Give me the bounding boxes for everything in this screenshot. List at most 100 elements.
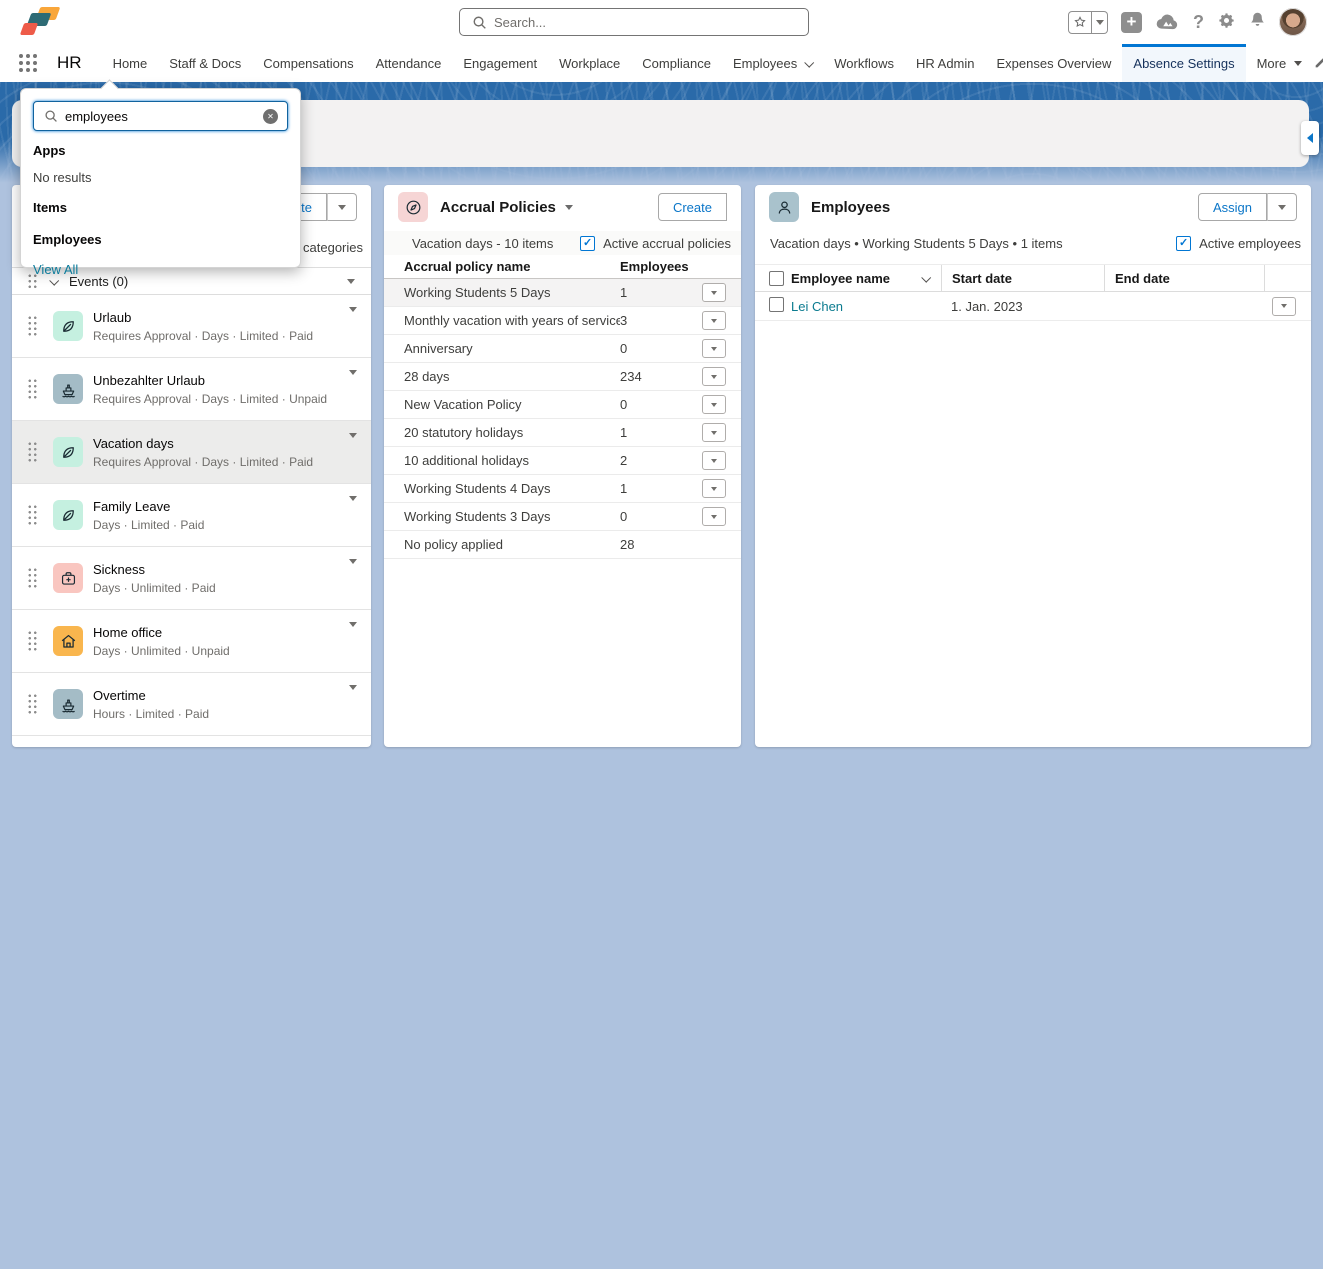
policy-name: 28 days xyxy=(384,369,620,384)
row-menu-caret-icon[interactable] xyxy=(349,559,357,564)
global-search-input[interactable] xyxy=(494,10,794,34)
row-menu-caret-icon[interactable] xyxy=(349,685,357,690)
tab-workflows[interactable]: Workflows xyxy=(823,44,905,82)
app-navigation-bar: HR Home Staff & Docs Compensations Atten… xyxy=(0,44,1323,82)
employees-filter-summary: Vacation days • Working Students 5 Days … xyxy=(770,236,1063,251)
section-menu-caret-icon[interactable] xyxy=(347,279,355,284)
employee-row[interactable]: Lei Chen 1. Jan. 2023 xyxy=(755,292,1311,321)
event-row-family-leave[interactable]: Family Leave Days · Limited · Paid xyxy=(12,484,371,547)
clear-search-icon[interactable] xyxy=(263,109,278,124)
event-row-home-office[interactable]: Home office Days · Unlimited · Unpaid xyxy=(12,610,371,673)
row-actions-button[interactable] xyxy=(702,367,726,386)
tab-expenses-overview[interactable]: Expenses Overview xyxy=(986,44,1123,82)
policy-row[interactable]: Monthly vacation with years of service 3 xyxy=(384,307,741,335)
row-actions-button[interactable] xyxy=(702,283,726,302)
assign-button[interactable]: Assign xyxy=(1198,193,1267,221)
global-actions-plus-icon[interactable]: + xyxy=(1121,12,1142,33)
event-row-overtime[interactable]: Overtime Hours · Limited · Paid xyxy=(12,673,371,736)
row-actions-button[interactable] xyxy=(1272,297,1296,316)
event-title: Family Leave xyxy=(93,499,204,514)
employees-filter-row: Vacation days • Working Students 5 Days … xyxy=(755,231,1311,255)
drag-handle-icon[interactable] xyxy=(27,315,38,337)
policy-employee-count: 0 xyxy=(620,341,680,356)
row-actions-button[interactable] xyxy=(702,339,726,358)
tab-staff-docs[interactable]: Staff & Docs xyxy=(158,44,252,82)
policy-row[interactable]: No policy applied 28 xyxy=(384,531,741,559)
user-avatar[interactable] xyxy=(1279,8,1307,36)
policy-row[interactable]: New Vacation Policy 0 xyxy=(384,391,741,419)
panel-title-caret-icon[interactable] xyxy=(565,205,573,210)
create-policy-button[interactable]: Create xyxy=(658,193,727,221)
chevron-down-icon xyxy=(805,57,815,67)
notifications-bell-icon[interactable] xyxy=(1249,11,1266,33)
employees-table-header: Employee name Start date End date xyxy=(755,264,1311,292)
event-row-sickness[interactable]: Sickness Days · Unlimited · Paid xyxy=(12,547,371,610)
active-employees-checkbox[interactable] xyxy=(1176,236,1191,251)
drag-handle-icon[interactable] xyxy=(27,504,38,526)
policy-name: Working Students 3 Days xyxy=(384,509,620,524)
event-row-urlaub[interactable]: Urlaub Requires Approval · Days · Limite… xyxy=(12,295,371,358)
tab-attendance[interactable]: Attendance xyxy=(365,44,453,82)
favorites-control xyxy=(1068,11,1108,34)
row-menu-caret-icon[interactable] xyxy=(349,307,357,312)
active-accrual-policies-checkbox[interactable] xyxy=(580,236,595,251)
tab-workplace[interactable]: Workplace xyxy=(548,44,631,82)
policy-row[interactable]: 20 statutory holidays 1 xyxy=(384,419,741,447)
employee-name-link[interactable]: Lei Chen xyxy=(791,299,941,314)
help-icon[interactable]: ? xyxy=(1193,12,1204,33)
policy-row[interactable]: 10 additional holidays 2 xyxy=(384,447,741,475)
event-row-vacation-days[interactable]: Vacation days Requires Approval · Days ·… xyxy=(12,421,371,484)
guidance-cloud-icon[interactable] xyxy=(1155,11,1180,33)
app-logo-icon xyxy=(22,7,58,36)
favorites-dropdown-button[interactable] xyxy=(1092,11,1108,34)
row-menu-caret-icon[interactable] xyxy=(349,496,357,501)
collapse-panel-button[interactable] xyxy=(1301,121,1319,155)
event-meta: Requires Approval · Days · Limited · Unp… xyxy=(93,392,327,406)
launcher-view-all-link[interactable]: View All xyxy=(33,262,288,277)
row-actions-button[interactable] xyxy=(702,423,726,442)
launcher-item-employees[interactable]: Employees xyxy=(33,232,288,247)
tab-compliance[interactable]: Compliance xyxy=(631,44,722,82)
row-actions-button[interactable] xyxy=(702,507,726,526)
row-menu-caret-icon[interactable] xyxy=(349,433,357,438)
assign-dropdown-button[interactable] xyxy=(1267,193,1297,221)
launcher-search[interactable] xyxy=(33,101,288,131)
drag-handle-icon[interactable] xyxy=(27,693,38,715)
edit-nav-pencil-icon[interactable] xyxy=(1313,54,1323,73)
drag-handle-icon[interactable] xyxy=(27,441,38,463)
row-actions-button[interactable] xyxy=(702,311,726,330)
select-row-checkbox[interactable] xyxy=(769,297,784,312)
setup-gear-icon[interactable] xyxy=(1217,11,1236,33)
row-menu-caret-icon[interactable] xyxy=(349,622,357,627)
tab-home[interactable]: Home xyxy=(102,44,159,82)
tab-absence-settings[interactable]: Absence Settings xyxy=(1122,44,1245,82)
policy-row[interactable]: 28 days 234 xyxy=(384,363,741,391)
policy-row[interactable]: Working Students 5 Days 1 xyxy=(384,279,741,307)
drag-handle-icon[interactable] xyxy=(27,567,38,589)
employees-panel: Employees Assign Vacation days • Working… xyxy=(755,185,1311,747)
tab-employees[interactable]: Employees xyxy=(722,44,823,82)
launcher-search-input[interactable] xyxy=(65,103,265,129)
policy-row[interactable]: Working Students 3 Days 0 xyxy=(384,503,741,531)
tab-hr-admin[interactable]: HR Admin xyxy=(905,44,986,82)
policy-row[interactable]: Working Students 4 Days 1 xyxy=(384,475,741,503)
select-all-checkbox[interactable] xyxy=(769,271,784,286)
row-actions-button[interactable] xyxy=(702,451,726,470)
drag-handle-icon[interactable] xyxy=(27,378,38,400)
drag-handle-icon[interactable] xyxy=(27,630,38,652)
tab-more[interactable]: More xyxy=(1246,44,1314,82)
tab-engagement[interactable]: Engagement xyxy=(452,44,548,82)
row-actions-button[interactable] xyxy=(702,479,726,498)
event-row-unbezahlter-urlaub[interactable]: Unbezahlter Urlaub Requires Approval · D… xyxy=(12,358,371,421)
event-title: Sickness xyxy=(93,562,216,577)
app-launcher-waffle-icon[interactable] xyxy=(19,54,37,72)
favorite-star-icon[interactable] xyxy=(1068,11,1092,34)
row-actions-button[interactable] xyxy=(702,395,726,414)
accrual-policies-panel: Accrual Policies Create Vacation days - … xyxy=(384,185,741,747)
global-search[interactable] xyxy=(459,8,809,36)
row-menu-caret-icon[interactable] xyxy=(349,370,357,375)
create-dropdown-button[interactable] xyxy=(327,193,357,221)
tab-compensations[interactable]: Compensations xyxy=(252,44,364,82)
sort-chevron-icon[interactable] xyxy=(921,272,931,282)
policy-row[interactable]: Anniversary 0 xyxy=(384,335,741,363)
